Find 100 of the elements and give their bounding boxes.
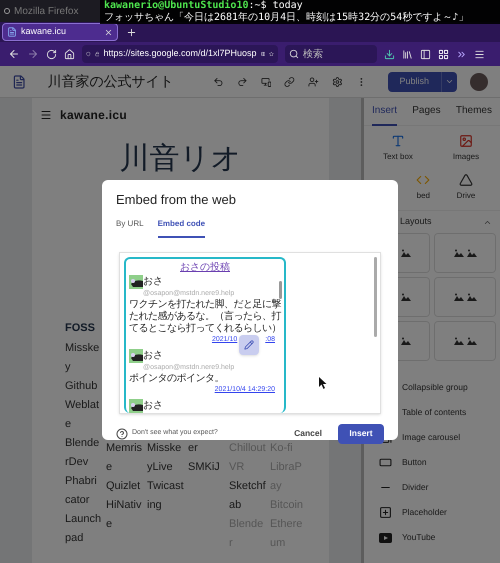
undo-icon[interactable] (213, 76, 224, 88)
redo-icon[interactable] (236, 76, 248, 88)
grid-icon (260, 49, 266, 59)
link-text[interactable]: Twicasting (147, 476, 184, 514)
item-label: Button (402, 456, 427, 469)
browser-tab[interactable]: kawane.icu (2, 23, 118, 41)
help-icon[interactable] (116, 428, 128, 440)
insert-item[interactable]: YouTube (364, 525, 500, 550)
new-tab-icon[interactable] (126, 26, 137, 38)
embed-title[interactable]: おさの投稿 (129, 260, 281, 274)
shield-icon (86, 49, 91, 59)
link-text[interactable]: BlenderDev (65, 434, 102, 472)
forward-icon[interactable] (27, 48, 39, 60)
link-text[interactable]: Phabricator (65, 472, 102, 510)
post-text: ワクチンを打たれた脚、だと足に撃たれた感があるな。（言ったら、打てるとこなら打ってくれるらしい） (129, 298, 281, 334)
avatar-image (129, 398, 143, 412)
insert-item[interactable]: Divider (364, 475, 500, 500)
dialog-tab[interactable]: Embed code (158, 218, 206, 238)
code-icon (416, 173, 430, 187)
link-text[interactable]: Misskey (65, 338, 102, 376)
link-text[interactable]: Weblate (65, 396, 102, 434)
image-icon (466, 337, 476, 345)
post-text: ポインタのポインタ。 (129, 372, 225, 384)
panel-tab[interactable]: Themes (456, 97, 492, 126)
link-text[interactable]: Quizlet (106, 476, 143, 496)
site-name: kawane.icu (60, 107, 128, 124)
settings-icon[interactable] (332, 76, 343, 88)
layout-tile[interactable] (434, 321, 496, 361)
insert-tile[interactable]: Drive (432, 173, 500, 202)
layouts-label: Layouts (400, 215, 432, 228)
item-label: Image carousel (402, 431, 460, 444)
back-icon[interactable] (8, 48, 20, 60)
tab-title: kawane.icu (21, 25, 68, 38)
insert-button[interactable]: Insert (338, 424, 384, 444)
scrollbar-thumb (279, 280, 282, 298)
insert-tile[interactable]: Images (432, 134, 500, 163)
star-icon[interactable] (269, 49, 274, 59)
sites-logo-icon (12, 74, 26, 90)
link-text[interactable]: Github (65, 376, 102, 396)
dialog-tab[interactable]: By URL (116, 218, 144, 238)
window-title: Mozilla Firefox (14, 4, 78, 18)
library-icon[interactable] (402, 48, 413, 60)
extensions-icon[interactable] (438, 48, 449, 60)
layout-tile[interactable] (434, 277, 496, 317)
item-label: Table of contents (402, 406, 466, 419)
avatar (470, 72, 488, 90)
dialog-title: Embed from the web (116, 191, 237, 209)
edit-button[interactable] (239, 334, 259, 354)
site-icon (7, 27, 17, 37)
tile-label: Images (452, 151, 480, 163)
author-name: おさ (143, 348, 163, 362)
cancel-button[interactable]: Cancel (286, 424, 330, 444)
link-text[interactable]: HiNative (106, 496, 143, 534)
terminal-output: フォッサちゃん「今日は2681年の10月4日、時刻は15時32分の54秒ですよ～♪」 (104, 12, 470, 24)
caret-icon (445, 77, 454, 86)
item-label: Collapsible group (402, 381, 468, 394)
insert-tile[interactable]: Text box (364, 134, 432, 163)
publish-button[interactable]: Publish (388, 72, 442, 92)
mouse-cursor-icon (319, 376, 327, 388)
home-icon[interactable] (64, 48, 75, 60)
overflow-icon[interactable] (456, 48, 467, 60)
link-text[interactable]: MisskeyLive (147, 438, 184, 476)
link-text[interactable]: Memrise (106, 438, 143, 476)
layout-tile[interactable] (434, 233, 496, 273)
tile-label: bed (416, 190, 430, 202)
terminal-command: :~$ today (248, 0, 303, 12)
panel-tab[interactable]: Pages (412, 97, 441, 126)
drive-icon (459, 173, 473, 187)
search-placeholder: 検索 (303, 48, 323, 62)
search-field[interactable]: 検索 (285, 45, 377, 63)
close-icon[interactable] (104, 28, 113, 36)
image-icon (454, 293, 464, 301)
menu-icon[interactable] (474, 48, 485, 60)
tile-label: Text box (383, 151, 413, 163)
preview-icon[interactable] (260, 76, 272, 88)
publish-menu-button[interactable] (441, 72, 458, 92)
insert-item[interactable]: Placeholder (364, 500, 500, 525)
insert-item[interactable]: Button (364, 450, 500, 475)
link-text[interactable]: Launchpad (65, 510, 102, 548)
menu-icon[interactable] (40, 109, 52, 121)
download-icon[interactable] (384, 48, 395, 60)
insert-tile[interactable]: bed (364, 173, 432, 202)
reload-icon[interactable] (46, 48, 57, 60)
link-text[interactable]: er (188, 438, 225, 458)
video-play-icon (378, 532, 392, 542)
link-text[interactable]: Sketchfab (229, 476, 266, 514)
sidebar-icon[interactable] (420, 48, 431, 60)
panel-tab[interactable]: Insert (372, 97, 398, 126)
image-icon (454, 249, 464, 257)
avatar-image (129, 274, 143, 288)
link-text[interactable]: SMKiJ (188, 458, 225, 476)
page-heading: 川音リオ (120, 141, 242, 177)
share-icon[interactable] (308, 76, 319, 88)
item-label: Placeholder (402, 506, 447, 519)
site-title: 川音家の公式サイト (47, 72, 174, 91)
address-bar[interactable]: https://sites.google.com/d/1xl7PHuosp (82, 45, 278, 63)
image-icon (454, 337, 464, 345)
plus-square-icon (378, 506, 392, 519)
link-icon[interactable] (284, 76, 296, 88)
author-name: おさ (143, 274, 163, 288)
